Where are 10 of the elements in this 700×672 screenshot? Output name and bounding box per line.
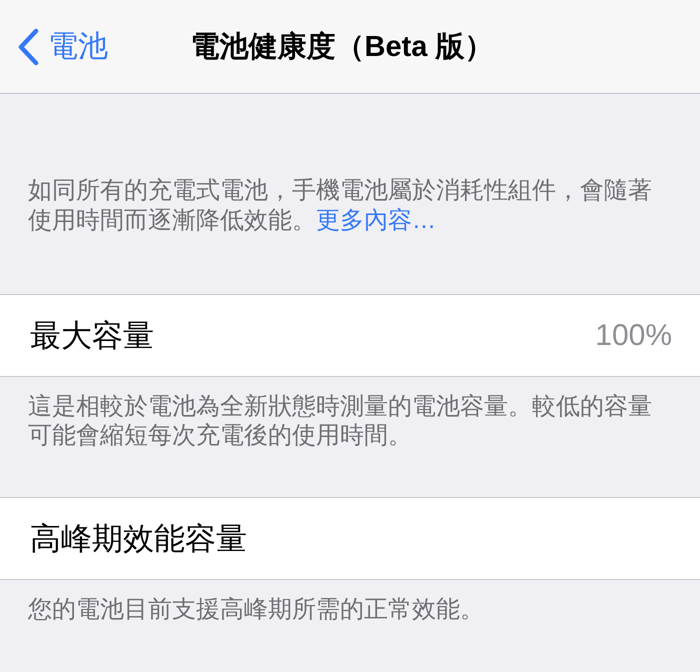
row-label: 高峰期效能容量 — [30, 520, 247, 558]
section-footer-text: 這是相較於電池為全新狀態時測量的電池容量。較低的容量可能會縮短每次充電後的使用時間。 — [28, 392, 653, 450]
more-info-link[interactable]: 更多內容… — [316, 207, 436, 234]
section-footer-text: 您的電池目前支援高峰期所需的正常效能。 — [28, 595, 485, 624]
chevron-left-icon — [16, 28, 40, 66]
back-button[interactable]: 電池 — [16, 26, 108, 66]
row-label: 最大容量 — [30, 316, 154, 354]
page-title: 電池健康度（Beta 版） — [190, 30, 494, 64]
row-value: 100% — [595, 318, 672, 352]
description-text: 如同所有的充電式電池，手機電池屬於消耗性組件，會隨著使用時間而逐漸降低效能。更多內容… — [28, 176, 653, 236]
